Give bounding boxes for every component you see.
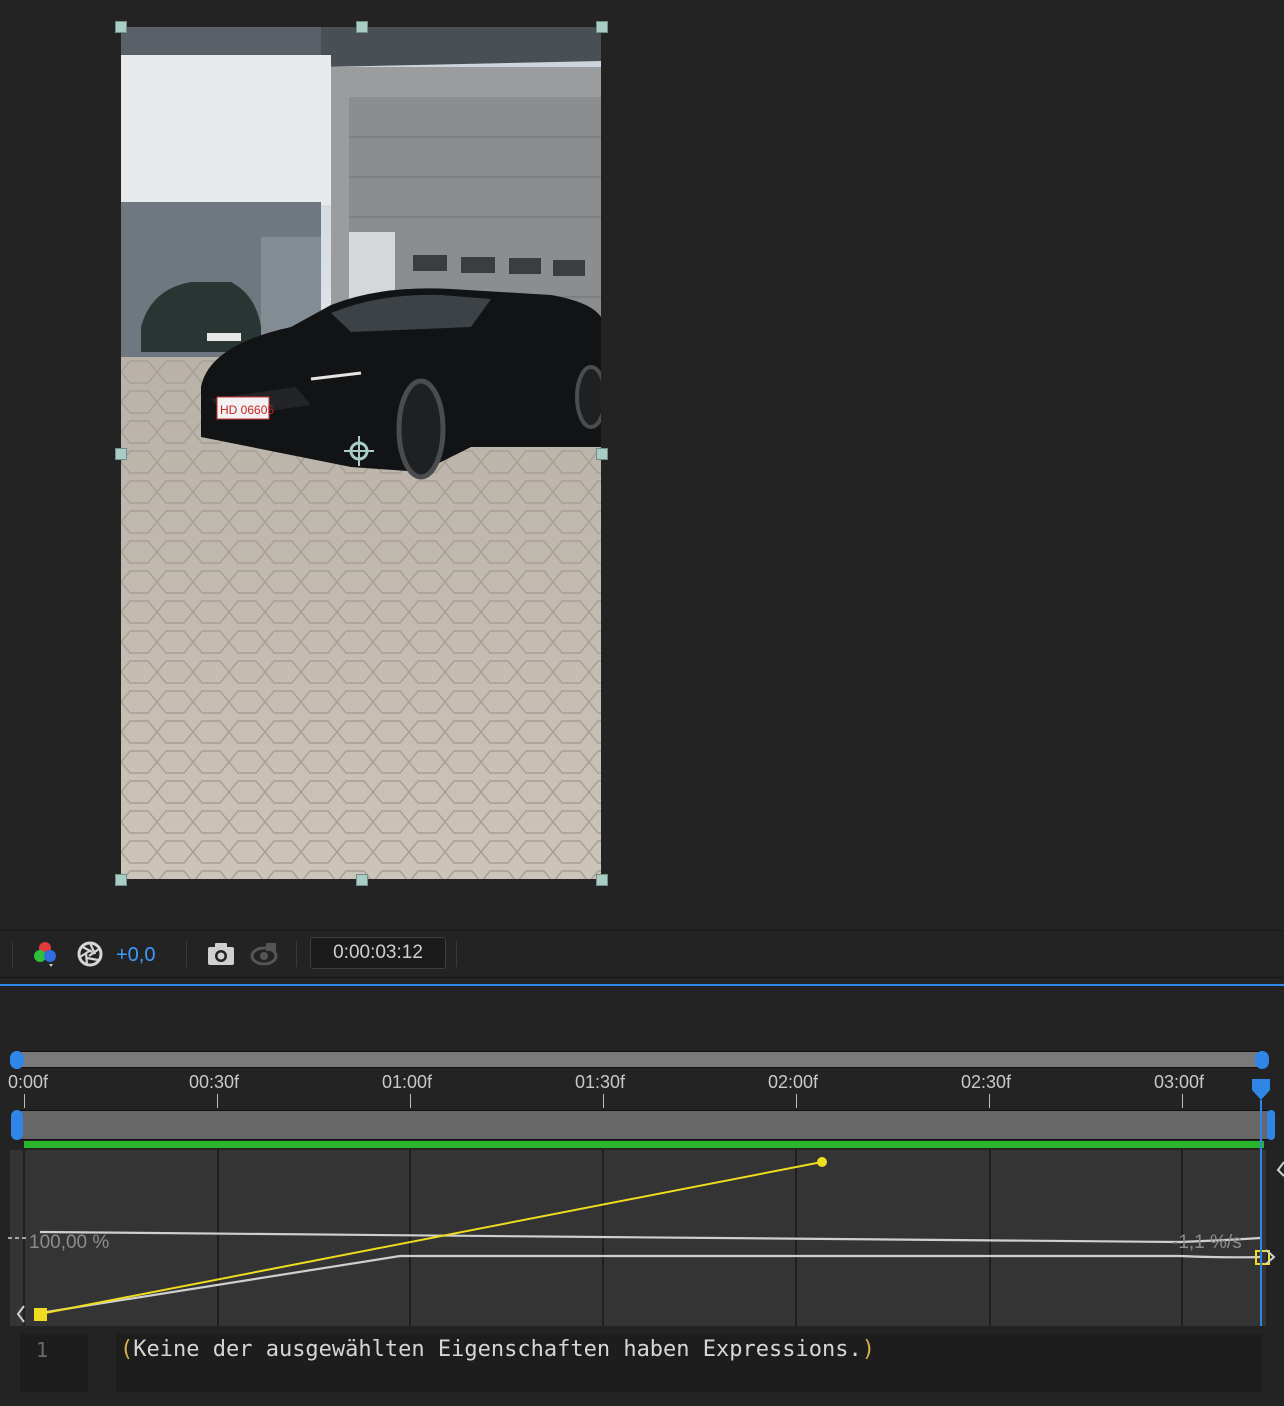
ruler-label: 03:00f <box>1154 1072 1205 1092</box>
transform-handle-bottom-right[interactable] <box>596 874 608 886</box>
transform-handle-top[interactable] <box>356 21 368 33</box>
expression-open-paren: ( <box>120 1337 134 1362</box>
viewer-toolbar: +0,0 0:00:03:12 <box>0 930 1284 978</box>
time-navigator-bar[interactable] <box>10 1051 1269 1069</box>
expression-line-number: 1 <box>20 1334 88 1392</box>
time-ruler[interactable]: 0:00f 00:30f 01:00f 01:30f 02:00f 02:30f… <box>0 1070 1284 1108</box>
toolbar-divider <box>456 941 457 967</box>
camera-icon[interactable] <box>206 939 236 969</box>
show-snapshot-icon[interactable] <box>249 939 279 969</box>
transform-handle-top-right[interactable] <box>596 21 608 33</box>
rgb-channels-icon[interactable] <box>30 939 60 969</box>
time-navigator-end[interactable] <box>1255 1051 1269 1069</box>
ruler-tick <box>24 1094 25 1108</box>
work-area-bar[interactable] <box>11 1110 1275 1140</box>
ruler-label: 01:00f <box>382 1072 433 1092</box>
keyframe-selected <box>34 1308 47 1321</box>
work-area-end-handle[interactable] <box>1267 1110 1275 1140</box>
exposure-value[interactable]: +0,0 <box>116 944 155 967</box>
bezier-handle <box>817 1157 827 1167</box>
ruler-tick <box>796 1094 797 1108</box>
toolbar-divider <box>186 941 187 967</box>
exposure-aperture-icon[interactable] <box>75 939 105 969</box>
speed-graph-curve <box>39 1230 1261 1244</box>
transform-handle-left[interactable] <box>115 448 127 460</box>
transform-handle-bottom[interactable] <box>356 874 368 886</box>
cached-frames-bar <box>24 1141 1264 1148</box>
work-area-start-handle[interactable] <box>11 1110 23 1140</box>
current-time-indicator[interactable] <box>1260 1100 1262 1326</box>
transform-handle-bottom-left[interactable] <box>115 874 127 886</box>
ruler-label: 01:30f <box>575 1072 626 1092</box>
ruler-tick <box>217 1094 218 1108</box>
time-navigator-start[interactable] <box>10 1051 24 1069</box>
ruler-label: 02:30f <box>961 1072 1012 1092</box>
expression-text-field[interactable]: (Keine der ausgewählten Eigenschaften ha… <box>116 1334 1262 1392</box>
transform-handle-right[interactable] <box>596 448 608 460</box>
ruler-label: 0:00f <box>8 1072 49 1092</box>
ruler-tick <box>989 1094 990 1108</box>
graph-value-label: 100,00 % <box>29 1232 110 1253</box>
ruler-tick <box>410 1094 411 1108</box>
transform-handle-top-left[interactable] <box>115 21 127 33</box>
playhead-marker-icon[interactable] <box>1251 1078 1271 1102</box>
expression-placeholder-text: Keine der ausgewählten Eigenschaften hab… <box>133 1337 862 1362</box>
toolbar-divider <box>12 941 13 967</box>
ruler-tick <box>603 1094 604 1108</box>
front-license-plate: HD 06605 <box>220 403 274 417</box>
expression-close-paren: ) <box>861 1337 875 1362</box>
anchor-point-icon[interactable] <box>344 436 374 466</box>
graph-editor-curves[interactable] <box>0 1150 1284 1326</box>
ruler-label: 00:30f <box>189 1072 240 1092</box>
ruler-tick <box>1182 1094 1183 1108</box>
value-graph-curve <box>39 1254 1263 1315</box>
composition-viewer[interactable]: HD 06605 <box>0 0 1284 924</box>
graph-speed-label: -1,1 %/s <box>1172 1232 1242 1253</box>
current-time-display[interactable]: 0:00:03:12 <box>310 937 446 969</box>
chevron-left-icon <box>1276 1161 1284 1177</box>
toolbar-divider <box>296 941 297 967</box>
ruler-label: 02:00f <box>768 1072 819 1092</box>
